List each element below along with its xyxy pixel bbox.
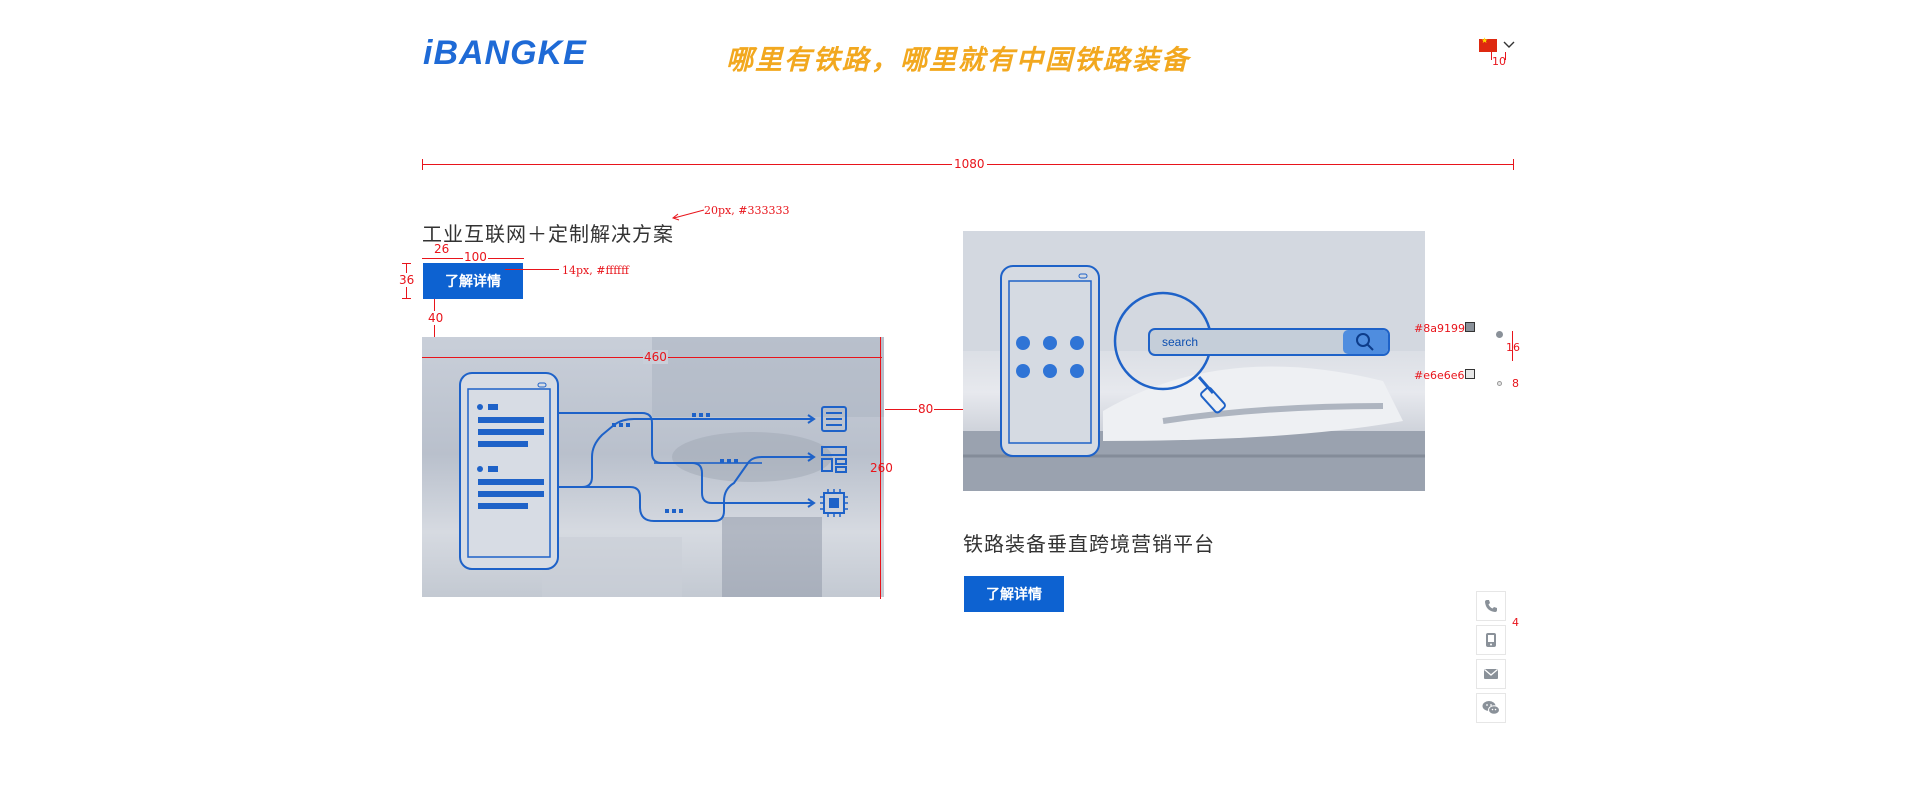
annotation-sidebar-size: 16: [1506, 341, 1520, 354]
chevron-down-icon[interactable]: [1502, 38, 1516, 52]
annotation-image-width: 460: [643, 350, 668, 364]
annotation-line: [505, 269, 559, 270]
annotation-flag-gap: 10: [1492, 55, 1506, 68]
section-title-industrial: 工业互联网＋定制解决方案: [422, 222, 674, 246]
annotation-image-height: 260: [870, 461, 893, 475]
industrial-internet-illustration: [422, 337, 884, 597]
sidebar-mobile[interactable]: [1476, 625, 1506, 655]
annotation-sidebar-spacing: 4: [1512, 616, 1519, 629]
annotation-button-note: 14px, #ffffff: [562, 264, 629, 277]
learn-more-button-railway[interactable]: 了解详情: [964, 576, 1064, 612]
annotation-width-total: 1080: [952, 157, 987, 171]
annotation-arrow: [671, 209, 705, 221]
phone-icon: [1485, 600, 1497, 612]
annotation-button-width: 100: [463, 250, 488, 264]
annotation-title-note: 20px, #333333: [704, 204, 790, 217]
sidebar-mail[interactable]: [1476, 659, 1506, 689]
wechat-icon: [1482, 701, 1500, 715]
annotation-gap-title-button: 26: [434, 242, 450, 256]
annotation-gap-button-image: 40: [428, 311, 444, 325]
annotation-line: [1513, 159, 1514, 170]
slogan: 哪里有铁路，哪里就有中国铁路装备: [726, 45, 1190, 76]
logo[interactable]: iBANGKE: [423, 34, 587, 73]
color-swatch-light: [1465, 369, 1475, 379]
china-flag-icon[interactable]: [1479, 36, 1497, 52]
dot-dark: [1496, 331, 1503, 338]
annotation-color-dark: #8a9199: [1414, 322, 1465, 335]
search-label: search: [1162, 335, 1199, 349]
section-title-railway: 铁路装备垂直跨境营销平台: [963, 532, 1215, 556]
annotation-color-light: #e6e6e6: [1414, 369, 1465, 382]
annotation-column-gap: 80: [917, 402, 935, 416]
dot-light: [1497, 381, 1502, 386]
annotation-line: [402, 298, 411, 299]
annotation-button-height: 36: [399, 273, 415, 287]
sidebar-phone[interactable]: [1476, 591, 1506, 621]
annotation-line: [402, 263, 411, 264]
mail-icon: [1484, 669, 1498, 679]
mobile-icon: [1486, 633, 1496, 647]
railway-search-illustration: search: [963, 231, 1425, 491]
annotation-sidebar-gap: 8: [1512, 377, 1519, 390]
sidebar-wechat[interactable]: [1476, 693, 1506, 723]
railway-illustration-art: [963, 231, 1425, 491]
color-swatch-dark: [1465, 322, 1475, 332]
annotation-line: [422, 159, 423, 170]
industrial-illustration-art: [459, 337, 884, 597]
